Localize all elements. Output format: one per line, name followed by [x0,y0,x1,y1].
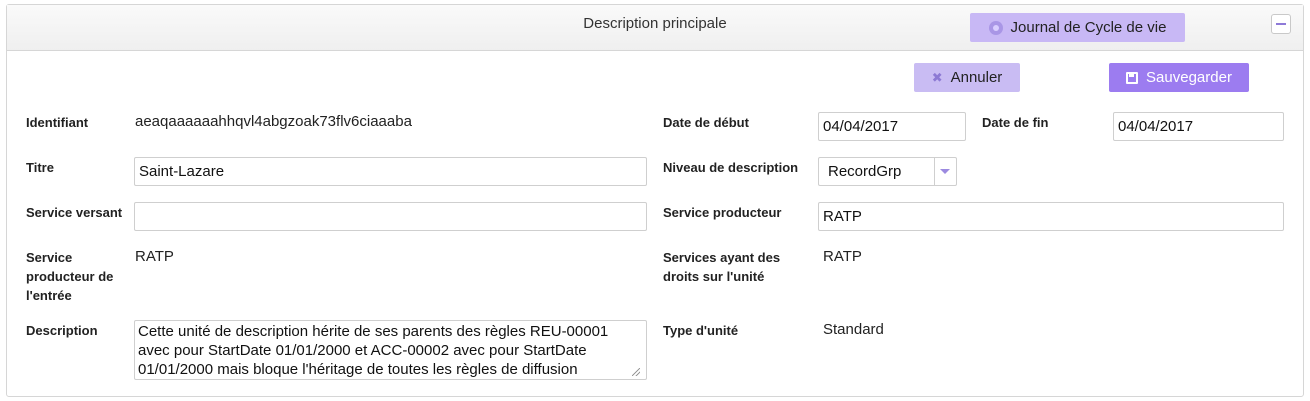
floppy-disk-icon [1126,71,1139,84]
textarea-resize-handle[interactable] [632,368,640,376]
identifiant-value: aeaqaaaaaahhqvl4abgzoak73flv6ciaaaba [135,113,412,130]
service-versant-input[interactable] [134,202,647,231]
caret-down-icon [940,169,950,174]
niveau-description-value: RecordGrp [828,163,902,180]
chrome-icon [988,20,1003,35]
save-label: Sauvegarder [1146,69,1232,86]
close-icon: ✖ [931,70,943,85]
date-fin-label: Date de fin [982,115,1049,130]
date-fin-input[interactable] [1113,112,1284,141]
journal-button-label: Journal de Cycle de vie [1010,19,1167,36]
identifiant-label: Identifiant [26,115,89,130]
service-producteur-entree-value: RATP [135,248,174,265]
service-producteur-entree-label: Service producteur de l'entrée [26,250,114,303]
service-producteur-label: Service producteur [663,205,782,220]
niveau-description-select[interactable]: RecordGrp [818,157,957,186]
collapse-button[interactable] [1271,14,1291,34]
cancel-button[interactable]: ✖ Annuler [914,63,1020,92]
save-button[interactable]: Sauvegarder [1109,63,1249,92]
select-toggle[interactable] [934,158,956,185]
service-producteur-input[interactable] [818,202,1284,231]
minus-icon [1276,23,1286,25]
date-debut-label: Date de début [663,115,749,130]
cancel-label: Annuler [950,69,1003,86]
journal-cycle-de-vie-button[interactable]: Journal de Cycle de vie [970,13,1185,42]
type-unite-value: Standard [823,321,884,338]
titre-input[interactable] [134,157,647,186]
service-versant-label: Service versant [26,205,123,220]
type-unite-label: Type d'unité [663,323,739,338]
titre-label: Titre [26,160,54,175]
date-debut-input[interactable] [818,112,966,141]
niveau-description-label: Niveau de description [663,160,799,175]
services-droits-value: RATP [823,248,862,265]
description-label: Description [26,323,98,338]
description-textarea[interactable]: Cette unité de description hérite de ses… [134,320,647,380]
panel-header: Description principale Journal de Cycle … [7,5,1303,51]
services-droits-label: Services ayant des droits sur l'unité [663,250,781,284]
